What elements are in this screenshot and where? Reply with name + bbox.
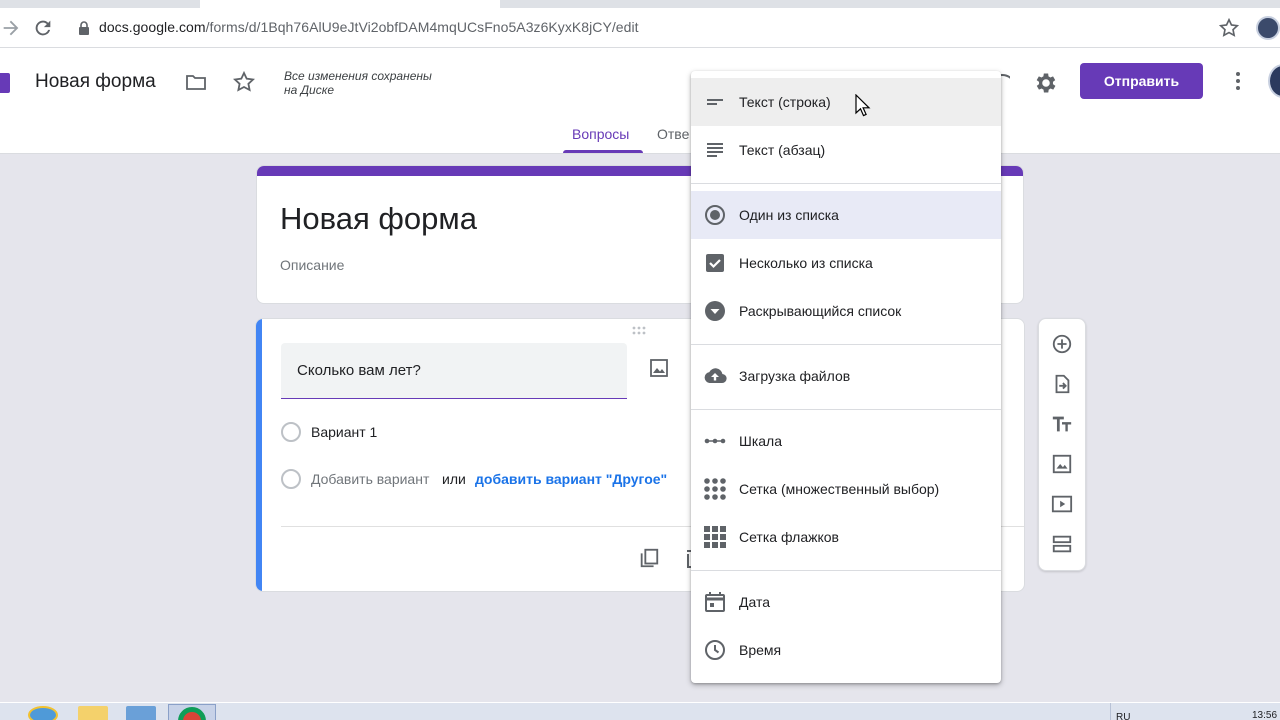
tab-questions-indicator xyxy=(563,150,643,153)
menu-item-multiple-choice[interactable]: Один из списка xyxy=(691,191,1001,239)
add-title-icon[interactable] xyxy=(1051,413,1073,435)
clock-time[interactable]: 13:56 xyxy=(1252,710,1277,720)
dropdown-icon xyxy=(703,299,727,323)
duplicate-icon[interactable] xyxy=(638,547,660,569)
menu-item-label: Один из списка xyxy=(739,207,839,223)
menu-item-multiple-choice-grid[interactable]: Сетка (множественный выбор) xyxy=(691,465,1001,513)
url-path: /forms/d/1Bqh76AlU9eJtVi2obfDAM4mqUCsFno… xyxy=(205,19,639,35)
menu-item-label: Сетка (множественный выбор) xyxy=(739,481,940,497)
menu-item-file-upload[interactable]: Загрузка файлов xyxy=(691,352,1001,400)
menu-item-checkbox-grid[interactable]: Сетка флажков xyxy=(691,513,1001,561)
keyboard-language[interactable]: RU xyxy=(1116,712,1130,720)
paragraph-icon xyxy=(703,138,727,162)
add-other-option-link[interactable]: добавить вариант "Другое" xyxy=(475,471,667,487)
ie-browser-icon[interactable] xyxy=(28,706,58,720)
os-taskbar: RU 13:56 xyxy=(0,702,1280,720)
menu-item-label: Дата xyxy=(739,594,771,610)
grid-checkbox-icon xyxy=(703,525,727,549)
short-text-icon xyxy=(703,90,727,114)
save-status: Все изменения сохранены на Диске xyxy=(284,69,432,97)
taskbar-active-item[interactable] xyxy=(168,704,216,720)
browser-active-tab[interactable] xyxy=(200,0,500,8)
save-status-line1: Все изменения сохранены xyxy=(284,69,432,83)
option-1-radio[interactable] xyxy=(281,422,301,442)
clock-icon xyxy=(703,638,727,662)
add-image-icon[interactable] xyxy=(649,358,669,378)
menu-item-dropdown[interactable]: Раскрывающийся список xyxy=(691,287,1001,335)
bookmark-star-icon[interactable] xyxy=(1218,17,1240,39)
doc-title[interactable]: Новая форма xyxy=(35,71,156,93)
tab-responses[interactable]: Отве xyxy=(657,126,689,142)
question-title-text: Сколько вам лет? xyxy=(297,362,421,379)
cloud-upload-icon xyxy=(703,364,727,388)
more-options-icon[interactable] xyxy=(1226,68,1250,94)
account-avatar[interactable] xyxy=(1268,64,1280,98)
option-1-label[interactable]: Вариант 1 xyxy=(311,424,377,440)
tab-questions[interactable]: Вопросы xyxy=(572,126,629,142)
media-player-icon[interactable] xyxy=(126,706,156,720)
menu-item-time[interactable]: Время xyxy=(691,626,1001,674)
add-question-icon[interactable] xyxy=(1051,333,1073,355)
linear-scale-icon xyxy=(703,429,727,453)
menu-item-short-text[interactable]: Текст (строка) xyxy=(691,78,1001,126)
menu-item-label: Несколько из списка xyxy=(739,255,873,271)
menu-item-label: Сетка флажков xyxy=(739,529,839,545)
send-button[interactable]: Отправить xyxy=(1080,63,1203,99)
question-type-menu: Текст (строка) Текст (абзац) Один из спи… xyxy=(691,71,1001,683)
menu-item-label: Шкала xyxy=(739,433,783,449)
menu-divider xyxy=(691,570,1001,571)
import-questions-icon[interactable] xyxy=(1051,373,1073,395)
add-option-radio xyxy=(281,469,301,489)
mouse-cursor-icon xyxy=(855,94,871,118)
add-option-link[interactable]: Добавить вариант xyxy=(311,471,429,487)
forms-header: Новая форма Все изменения сохранены на Д… xyxy=(0,48,1280,154)
file-explorer-icon[interactable] xyxy=(78,706,108,720)
question-title-input[interactable]: Сколько вам лет? xyxy=(281,343,627,399)
or-text: или xyxy=(442,471,466,487)
menu-divider xyxy=(691,409,1001,410)
forms-logo-icon[interactable] xyxy=(0,73,10,93)
reload-icon[interactable] xyxy=(32,17,54,39)
settings-gear-icon[interactable] xyxy=(1033,70,1059,96)
drag-handle-icon[interactable] xyxy=(632,326,648,336)
url-text[interactable]: docs.google.com/forms/d/1Bqh76AlU9eJtVi2… xyxy=(99,19,639,35)
form-title[interactable]: Новая форма xyxy=(280,201,477,237)
lock-icon[interactable] xyxy=(78,21,90,35)
calendar-icon xyxy=(703,590,727,614)
menu-divider xyxy=(691,344,1001,345)
menu-item-linear-scale[interactable]: Шкала xyxy=(691,417,1001,465)
profile-avatar[interactable] xyxy=(1256,16,1280,40)
form-description-field[interactable]: Описание xyxy=(280,257,344,273)
browser-tab-strip xyxy=(0,0,1280,8)
menu-item-label: Загрузка файлов xyxy=(739,368,851,384)
menu-item-label: Раскрывающийся список xyxy=(739,303,902,319)
menu-item-label: Время xyxy=(739,642,782,658)
menu-item-label: Текст (строка) xyxy=(739,94,831,110)
forward-icon[interactable] xyxy=(0,17,22,39)
menu-item-label: Текст (абзац) xyxy=(739,142,826,158)
add-image-icon[interactable] xyxy=(1051,453,1073,475)
add-section-icon[interactable] xyxy=(1051,533,1073,555)
radio-button-icon xyxy=(703,203,727,227)
question-active-bar xyxy=(256,319,262,591)
menu-item-paragraph[interactable]: Текст (абзац) xyxy=(691,126,1001,174)
checkbox-icon xyxy=(703,251,727,275)
chrome-icon xyxy=(178,707,206,720)
save-status-line2: на Диске xyxy=(284,83,335,97)
menu-divider xyxy=(691,183,1001,184)
star-icon[interactable] xyxy=(232,70,256,94)
folder-icon[interactable] xyxy=(184,70,208,94)
side-toolbar xyxy=(1038,318,1086,571)
grid-dots-icon xyxy=(703,477,727,501)
menu-item-checkboxes[interactable]: Несколько из списка xyxy=(691,239,1001,287)
add-video-icon[interactable] xyxy=(1051,493,1073,515)
browser-address-bar: docs.google.com/forms/d/1Bqh76AlU9eJtVi2… xyxy=(0,8,1280,48)
url-host: docs.google.com xyxy=(99,19,206,35)
menu-item-date[interactable]: Дата xyxy=(691,578,1001,626)
